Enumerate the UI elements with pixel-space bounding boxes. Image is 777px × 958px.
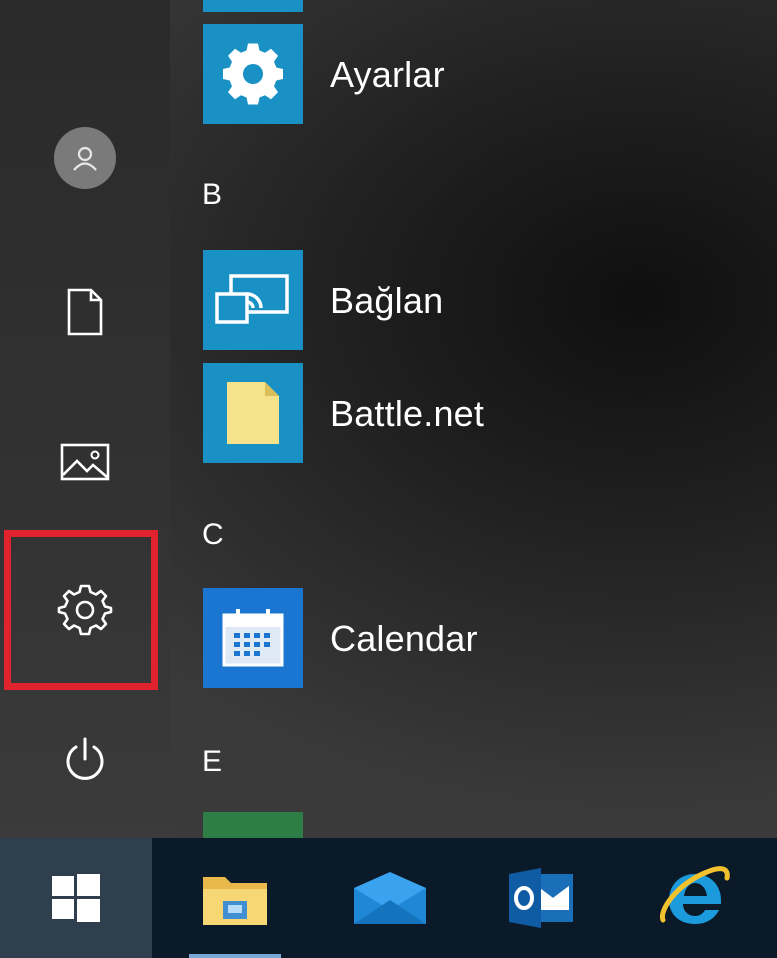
battlenet-file-icon xyxy=(227,382,279,444)
app-label-ayarlar[interactable]: Ayarlar xyxy=(330,54,445,96)
user-account-button[interactable] xyxy=(0,126,170,190)
user-avatar-icon xyxy=(54,127,116,189)
app-label-battlenet[interactable]: Battle.net xyxy=(330,393,484,435)
app-label-baglan[interactable]: Bağlan xyxy=(330,280,443,322)
app-tile-ayarlar[interactable] xyxy=(203,24,303,124)
calendar-icon xyxy=(222,609,284,667)
group-letter-e[interactable]: E xyxy=(202,745,222,779)
app-tile-calendar[interactable] xyxy=(203,588,303,688)
app-tile-baglan[interactable] xyxy=(203,250,303,350)
settings-gear-icon xyxy=(223,43,283,105)
taskbar-internet-explorer[interactable] xyxy=(635,838,755,958)
start-button[interactable] xyxy=(0,838,152,958)
app-list: Ayarlar B Bağlan Battle.net C Calendar E xyxy=(170,0,777,838)
taskbar xyxy=(0,838,777,958)
internet-explorer-icon xyxy=(659,866,730,924)
outlook-icon xyxy=(509,868,573,928)
taskbar-outlook[interactable] xyxy=(482,838,602,958)
group-letter-b[interactable]: B xyxy=(202,178,222,212)
file-explorer-running-indicator xyxy=(189,954,281,958)
file-explorer-icon xyxy=(203,877,267,925)
power-button[interactable] xyxy=(0,728,170,792)
app-label-calendar[interactable]: Calendar xyxy=(330,618,478,660)
app-tile-partial-bottom[interactable] xyxy=(203,812,303,838)
documents-button[interactable] xyxy=(0,280,170,344)
start-windows-icon xyxy=(52,874,100,922)
start-left-rail xyxy=(0,0,170,838)
pictures-button[interactable] xyxy=(0,430,170,494)
power-icon xyxy=(66,737,104,780)
documents-icon xyxy=(67,288,103,336)
app-tile-battlenet[interactable] xyxy=(203,363,303,463)
taskbar-file-explorer[interactable] xyxy=(175,838,295,958)
taskbar-mail[interactable] xyxy=(330,838,450,958)
connect-cast-icon xyxy=(215,274,289,324)
settings-highlight-box xyxy=(4,530,158,690)
mail-icon xyxy=(354,872,426,924)
app-tile-partial-top[interactable] xyxy=(203,0,303,12)
group-letter-c[interactable]: C xyxy=(202,518,224,552)
pictures-icon xyxy=(60,443,110,481)
start-menu: Ayarlar B Bağlan Battle.net C Calendar E xyxy=(0,0,777,838)
